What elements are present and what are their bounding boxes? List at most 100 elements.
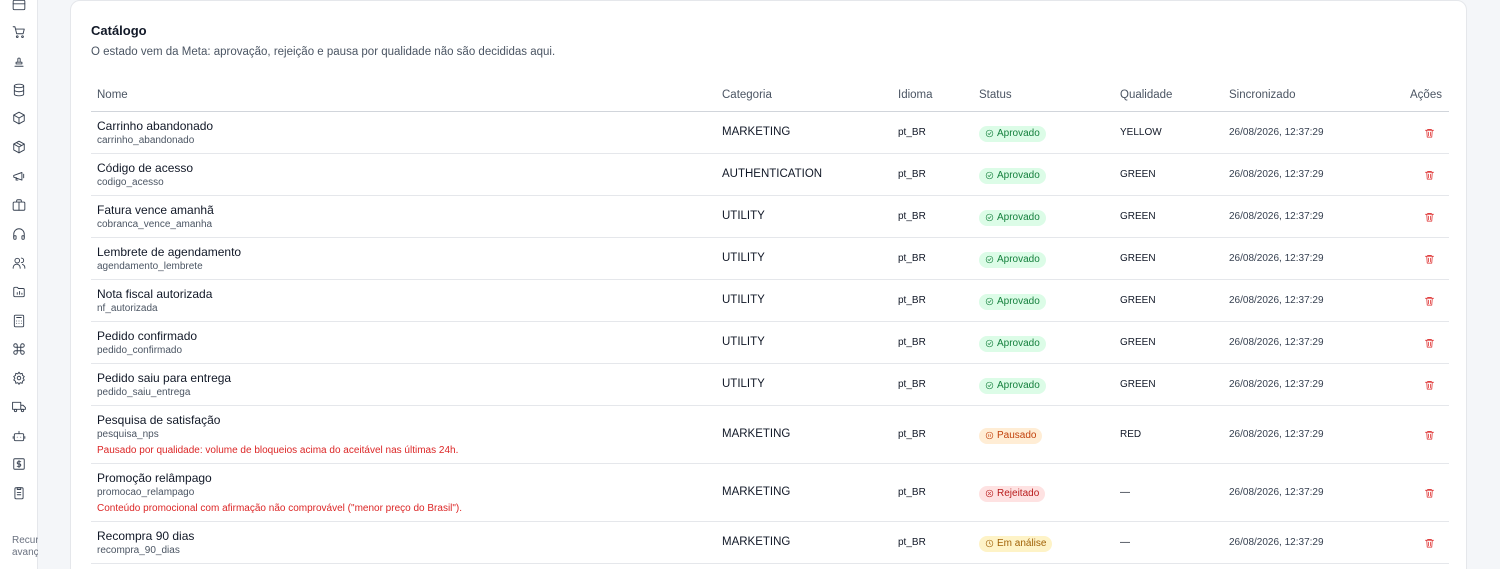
header-quality[interactable]: Qualidade <box>1120 89 1172 101</box>
template-quality: — <box>1120 537 1130 548</box>
table-row[interactable]: Código de acesso codigo_acesso AUTHENTICAT… <box>91 154 1449 196</box>
status-badge: Aprovado <box>979 251 1046 269</box>
trash-icon <box>1424 488 1434 497</box>
status-badge: Aprovado <box>979 335 1046 353</box>
template-quality: GREEN <box>1120 253 1156 264</box>
stamp-icon[interactable] <box>11 53 26 68</box>
trash-icon <box>1424 380 1434 389</box>
status-badge: Aprovado <box>979 167 1046 185</box>
command-icon[interactable] <box>11 341 26 356</box>
template-language: pt_BR <box>898 337 926 348</box>
template-language: pt_BR <box>898 253 926 264</box>
status-label: Em análise <box>997 538 1047 549</box>
table-row[interactable]: Lembrete de agendamento agendamento_lembr… <box>91 238 1449 280</box>
status-badge: Rejeitado <box>979 485 1046 503</box>
status-icon <box>985 381 994 390</box>
trash-icon <box>1424 430 1434 439</box>
table-row[interactable]: Nota fiscal autorizada nf_autorizada UTILI… <box>91 280 1449 322</box>
template-quality: GREEN <box>1120 379 1156 390</box>
table-row[interactable]: Carrinho abandonado carrinho_abandonado MA… <box>91 112 1449 154</box>
status-note: Conteúdo promocional com afirmação não c… <box>97 503 463 514</box>
template-name: Lembrete de agendamento <box>97 245 242 259</box>
template-name: Nota fiscal autorizada <box>97 287 213 301</box>
template-code: codigo_acesso <box>97 177 164 188</box>
template-category: MARKETING <box>722 126 791 138</box>
header-synced[interactable]: Sincronizado <box>1229 89 1295 101</box>
table-row[interactable]: Recompra 90 dias recompra_90_dias MARKETIN… <box>91 522 1449 564</box>
table-row[interactable]: Pesquisa de satisfação pesquisa_nps Pausad… <box>91 406 1449 464</box>
folder-chart-icon[interactable] <box>11 284 26 299</box>
template-language: pt_BR <box>898 379 926 390</box>
clipboard-icon[interactable] <box>11 485 26 500</box>
template-code: promocao_relampago <box>97 487 195 498</box>
header-language[interactable]: Idioma <box>898 89 933 101</box>
delete-button[interactable] <box>1423 294 1435 307</box>
header-category[interactable]: Categoria <box>722 89 772 101</box>
synced-timestamp: 26/08/2026, 12:37:29 <box>1229 379 1324 390</box>
status-label: Rejeitado <box>997 488 1040 499</box>
template-code: agendamento_lembrete <box>97 261 203 272</box>
template-language: pt_BR <box>898 537 926 548</box>
database-icon[interactable] <box>11 82 26 97</box>
status-icon <box>985 539 994 548</box>
sidebar-footer-text[interactable]: Recur avanç <box>12 535 38 559</box>
header-name[interactable]: Nome <box>97 89 128 101</box>
template-language: pt_BR <box>898 127 926 138</box>
delete-button[interactable] <box>1423 252 1435 265</box>
megaphone-icon[interactable] <box>11 168 26 183</box>
cart-icon[interactable] <box>11 24 26 39</box>
page-title: Catálogo <box>91 23 147 38</box>
table-row[interactable]: Pedido confirmado pedido_confirmado UTILIT… <box>91 322 1449 364</box>
status-icon <box>985 255 994 264</box>
trash-icon <box>1424 170 1434 179</box>
template-name: Recompra 90 dias <box>97 529 195 543</box>
status-label: Aprovado <box>997 338 1040 349</box>
delete-button[interactable] <box>1423 536 1435 549</box>
users-icon[interactable] <box>11 255 26 270</box>
sidebar-footer-line2: avanç <box>12 547 38 558</box>
package-icon[interactable] <box>11 139 26 154</box>
headphones-icon[interactable] <box>11 226 26 241</box>
synced-timestamp: 26/08/2026, 12:37:29 <box>1229 295 1324 306</box>
template-category: UTILITY <box>722 378 765 390</box>
dollar-icon[interactable] <box>11 456 26 471</box>
delete-button[interactable] <box>1423 168 1435 181</box>
template-language: pt_BR <box>898 487 926 498</box>
template-code: carrinho_abandonado <box>97 135 195 146</box>
truck-icon[interactable] <box>11 399 26 414</box>
table-row[interactable]: Fatura vence amanhã cobranca_vence_amanha… <box>91 196 1449 238</box>
status-badge: Aprovado <box>979 209 1046 227</box>
box-icon[interactable] <box>11 110 26 125</box>
delete-button[interactable] <box>1423 336 1435 349</box>
bot-icon[interactable] <box>11 428 26 443</box>
table-row[interactable]: Promoção relâmpago promocao_relampago Cont… <box>91 464 1449 522</box>
template-name: Código de acesso <box>97 161 194 175</box>
delete-button[interactable] <box>1423 428 1435 441</box>
calculator-icon[interactable] <box>11 313 26 328</box>
template-category: UTILITY <box>722 210 765 222</box>
template-category: UTILITY <box>722 252 765 264</box>
template-name: Carrinho abandonado <box>97 119 214 133</box>
delete-button[interactable] <box>1423 210 1435 223</box>
template-name: Promoção relâmpago <box>97 471 212 485</box>
gear-icon[interactable] <box>11 370 26 385</box>
template-code: recompra_90_dias <box>97 545 180 556</box>
template-quality: GREEN <box>1120 337 1156 348</box>
status-label: Pausado <box>997 430 1037 441</box>
header-status[interactable]: Status <box>979 89 1012 101</box>
status-icon <box>985 129 994 138</box>
synced-timestamp: 26/08/2026, 12:37:29 <box>1229 487 1324 498</box>
status-icon <box>985 339 994 348</box>
template-code: pedido_saiu_entrega <box>97 387 191 398</box>
table-row[interactable]: Pedido saiu para entrega pedido_saiu_entr… <box>91 364 1449 406</box>
trash-icon <box>1424 212 1434 221</box>
credit-card-icon[interactable] <box>11 0 26 12</box>
delete-button[interactable] <box>1423 486 1435 499</box>
briefcase-icon[interactable] <box>11 197 26 212</box>
delete-button[interactable] <box>1423 378 1435 391</box>
status-badge: Aprovado <box>979 125 1046 143</box>
status-label: Aprovado <box>997 170 1040 181</box>
delete-button[interactable] <box>1423 126 1435 139</box>
table-body: Carrinho abandonado carrinho_abandonado MA… <box>91 112 1449 564</box>
synced-timestamp: 26/08/2026, 12:37:29 <box>1229 169 1324 180</box>
